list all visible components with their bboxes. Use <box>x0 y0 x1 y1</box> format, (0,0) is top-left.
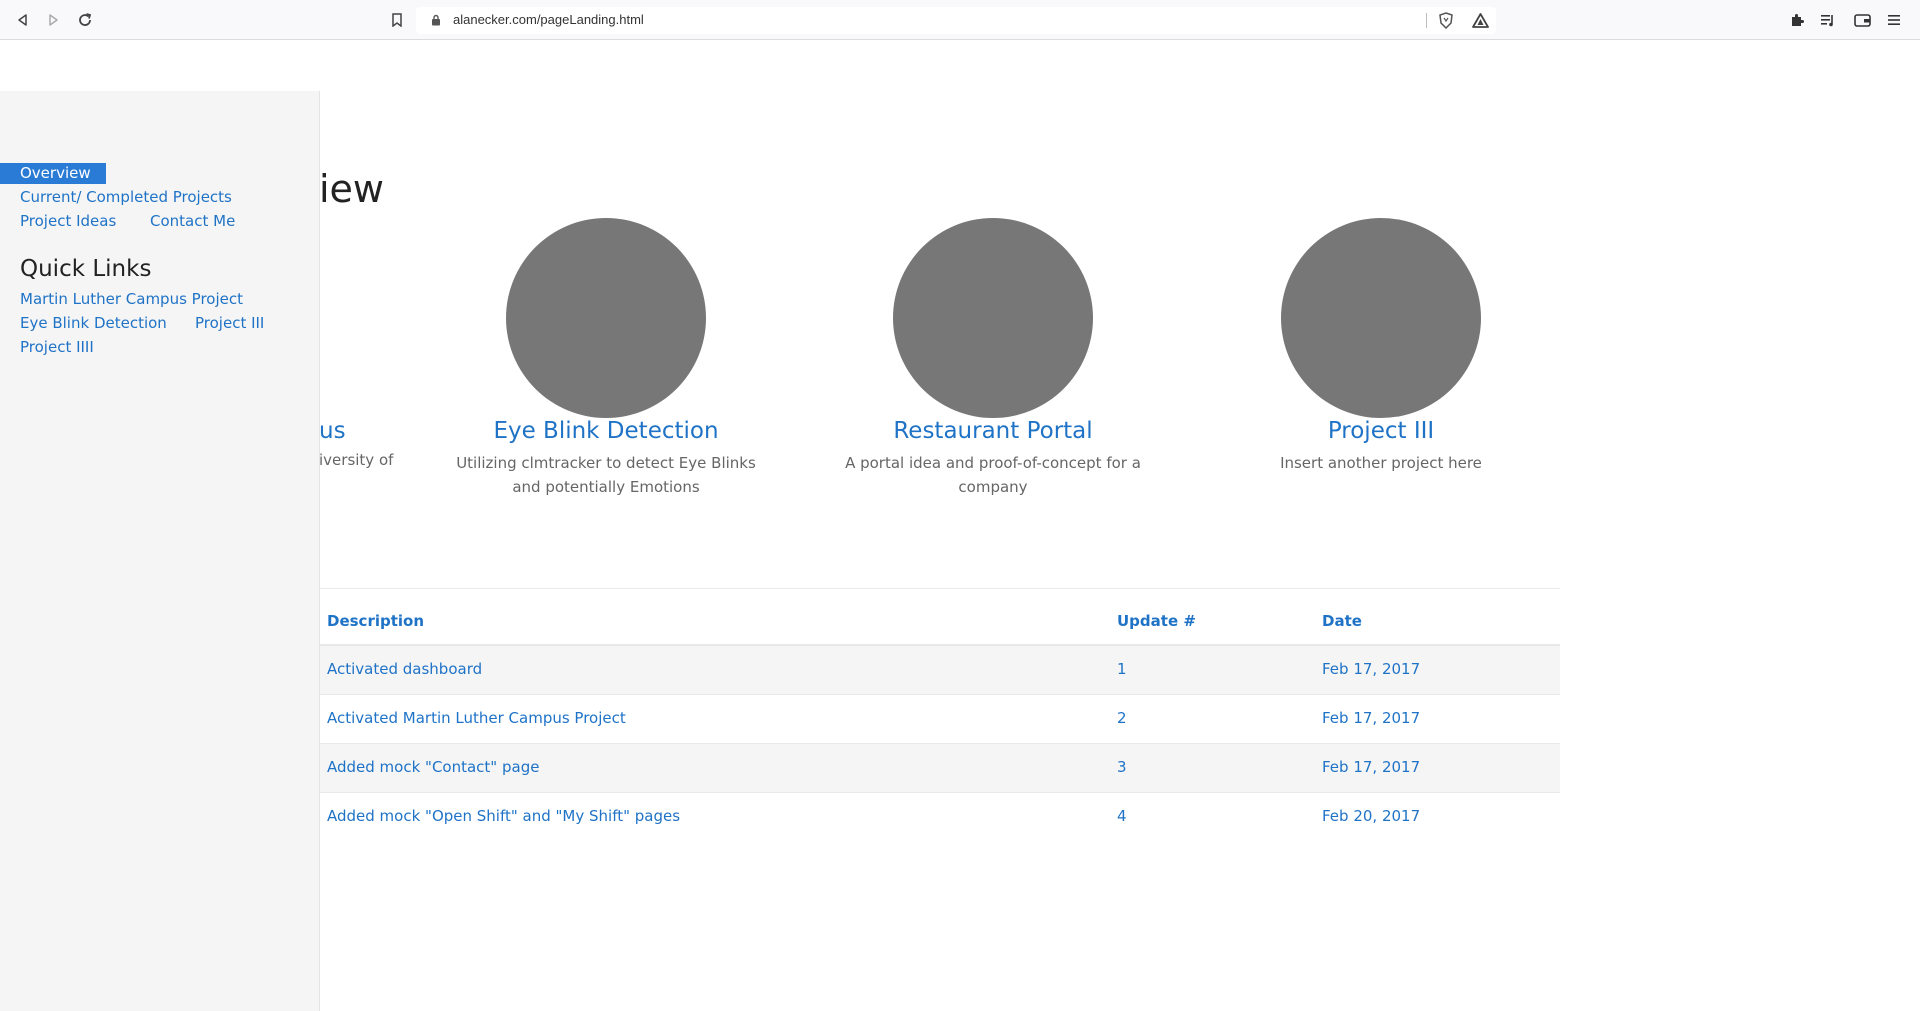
table-row: Added mock "Contact" page 3 Feb 17, 2017 <box>320 744 1560 793</box>
row-description: Activated dashboard <box>327 660 483 678</box>
address-divider <box>1426 13 1427 28</box>
address-bar[interactable]: alanecker.com/pageLanding.html <box>416 7 1496 34</box>
table-header: Description Update # Date <box>320 598 1560 646</box>
puzzle-icon <box>1792 14 1804 26</box>
bookmark-icon <box>392 13 402 27</box>
reload-icon <box>79 13 92 26</box>
quick-link-martin-luther[interactable]: Martin Luther Campus Project <box>20 288 243 310</box>
forward-button[interactable] <box>42 9 64 31</box>
project-card-description: Utilizing clmtracker to detect Eye Blink… <box>456 454 756 496</box>
page-heading: iew <box>319 167 385 211</box>
quick-links-heading: Quick Links <box>20 256 152 282</box>
row-update-number: 1 <box>1117 660 1127 678</box>
page-content: iew us iversity of Eye Blink Detection U… <box>0 40 1920 1011</box>
table-row: Added mock "Open Shift" and "My Shift" p… <box>320 793 1560 842</box>
row-update-number: 4 <box>1117 807 1127 825</box>
table-row: Activated dashboard 1 Feb 17, 2017 <box>320 646 1560 695</box>
brave-shield-icon[interactable] <box>1438 12 1454 29</box>
card-title-partial[interactable]: us <box>319 418 346 444</box>
project-image-placeholder <box>1281 218 1481 418</box>
project-card-eye-blink: Eye Blink Detection Utilizing clmtracker… <box>426 218 786 518</box>
quick-link-project-iii[interactable]: Project III <box>195 312 264 334</box>
browser-toolbar: alanecker.com/pageLanding.html <box>0 0 1920 40</box>
project-image-placeholder <box>506 218 706 418</box>
sidebar-item-ideas[interactable]: Project Ideas <box>20 210 116 232</box>
project-card-restaurant: Restaurant Portal A portal idea and proo… <box>813 218 1173 518</box>
hamburger-menu-icon <box>1888 15 1900 25</box>
row-description: Added mock "Contact" page <box>327 758 540 776</box>
extensions-button[interactable] <box>1787 10 1807 30</box>
menu-button[interactable] <box>1884 10 1904 30</box>
rewards-triangle-icon[interactable] <box>1472 13 1489 28</box>
url-text: alanecker.com/pageLanding.html <box>453 12 644 27</box>
column-header-date[interactable]: Date <box>1322 612 1362 630</box>
reload-button[interactable] <box>74 9 96 31</box>
column-header-update[interactable]: Update # <box>1117 612 1196 630</box>
back-button[interactable] <box>12 9 34 31</box>
row-date: Feb 20, 2017 <box>1322 807 1421 825</box>
column-header-description[interactable]: Description <box>327 612 424 630</box>
row-update-number: 3 <box>1117 758 1127 776</box>
lock-icon <box>432 14 440 26</box>
row-date: Feb 17, 2017 <box>1322 660 1421 678</box>
sidebar-item-overview[interactable]: Overview <box>0 163 106 184</box>
section-divider <box>320 588 1560 589</box>
row-description: Added mock "Open Shift" and "My Shift" p… <box>327 807 681 825</box>
quick-link-project-iiii[interactable]: Project IIII <box>20 336 94 358</box>
project-card-title[interactable]: Eye Blink Detection <box>426 418 786 444</box>
sidebar-item-contact[interactable]: Contact Me <box>150 210 235 232</box>
bookmark-button[interactable] <box>386 9 408 31</box>
sidebar: Overview Current/ Completed Projects Pro… <box>0 91 320 1011</box>
playlist-icon <box>1821 15 1833 27</box>
table-row: Activated Martin Luther Campus Project 2… <box>320 695 1560 744</box>
row-date: Feb 17, 2017 <box>1322 758 1421 776</box>
sidebar-item-projects[interactable]: Current/ Completed Projects <box>20 186 232 208</box>
playlist-button[interactable] <box>1818 10 1838 30</box>
wallet-button[interactable] <box>1852 10 1872 30</box>
project-card-title[interactable]: Project III <box>1201 418 1561 444</box>
row-update-number: 2 <box>1117 709 1127 727</box>
project-card-project-iii: Project III Insert another project here <box>1201 218 1561 518</box>
card-desc-partial: iversity of <box>319 451 394 469</box>
project-card-description: Insert another project here <box>1280 454 1482 472</box>
row-description: Activated Martin Luther Campus Project <box>327 709 626 727</box>
back-arrow-icon <box>18 14 27 26</box>
project-card-description: A portal idea and proof-of-concept for a… <box>845 454 1141 496</box>
wallet-icon <box>1853 14 1871 27</box>
quick-link-eye-blink[interactable]: Eye Blink Detection <box>20 312 167 334</box>
project-card-title[interactable]: Restaurant Portal <box>813 418 1173 444</box>
row-date: Feb 17, 2017 <box>1322 709 1421 727</box>
project-image-placeholder <box>893 218 1093 418</box>
forward-arrow-icon <box>49 14 58 26</box>
